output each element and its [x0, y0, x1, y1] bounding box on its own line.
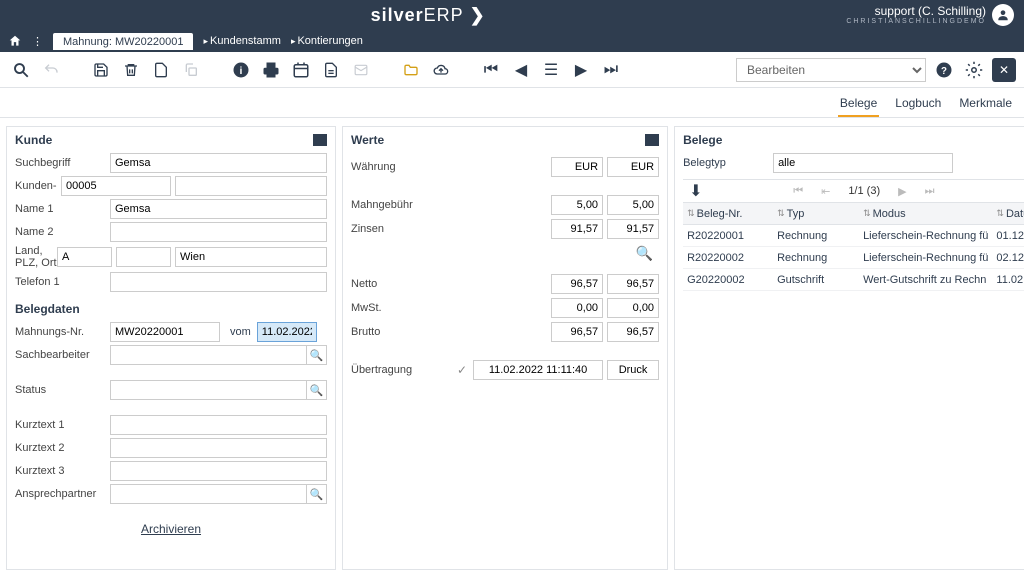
brutto2-input[interactable]	[607, 322, 659, 342]
col-datum[interactable]: ⇅Datum	[992, 208, 1024, 220]
breadcrumb-item[interactable]: Kontierungen	[291, 35, 363, 47]
new-icon[interactable]	[148, 57, 174, 83]
panel-layout-icon[interactable]	[645, 134, 659, 146]
ort-input[interactable]	[175, 247, 327, 267]
waehrung2-input[interactable]	[607, 157, 659, 177]
home-icon[interactable]	[8, 34, 22, 48]
kundennr2-input[interactable]	[175, 176, 327, 196]
tab-belege[interactable]: Belege	[838, 92, 879, 117]
table-row[interactable]: R20220001RechnungLieferschein-Rechnung f…	[683, 225, 1024, 247]
zinsen2-input[interactable]	[607, 219, 659, 239]
brutto1-input[interactable]	[551, 322, 603, 342]
uebertragung-datum-input[interactable]	[473, 360, 603, 380]
undo-icon[interactable]	[38, 57, 64, 83]
settings-icon[interactable]	[962, 58, 986, 82]
sachbearbeiter-input[interactable]	[110, 345, 307, 365]
archivieren-link[interactable]: Archivieren	[141, 522, 201, 536]
tab-logbuch[interactable]: Logbuch	[893, 92, 943, 117]
grid-prev-icon[interactable]: ⇤	[821, 185, 830, 198]
grid-last-icon[interactable]: ⏭	[925, 185, 935, 198]
netto1-input[interactable]	[551, 274, 603, 294]
breadcrumb-tab[interactable]: Mahnung: MW20220001	[53, 33, 193, 50]
mwst1-input[interactable]	[551, 298, 603, 318]
ansprechpartner-input[interactable]	[110, 484, 307, 504]
grid-first-icon[interactable]: ⏮	[793, 185, 803, 198]
folder-icon[interactable]	[398, 57, 424, 83]
col-typ[interactable]: ⇅Typ	[773, 208, 859, 220]
panel-title-werte: Werte	[351, 133, 645, 147]
kurztext3-input[interactable]	[110, 461, 327, 481]
panel-title-kunde: Kunde	[15, 133, 313, 147]
belegtyp-input[interactable]	[773, 153, 953, 173]
uebertragung-modus-input[interactable]	[607, 360, 659, 380]
nav-next-icon[interactable]: ▶	[568, 57, 594, 83]
mode-select[interactable]: Bearbeiten	[736, 58, 926, 82]
grid-next-icon[interactable]: ▶	[898, 185, 906, 198]
mwst2-input[interactable]	[607, 298, 659, 318]
table-row[interactable]: R20220002RechnungLieferschein-Rechnung f…	[683, 247, 1024, 269]
kurztext1-input[interactable]	[110, 415, 327, 435]
close-icon[interactable]: ✕	[992, 58, 1016, 82]
svg-text:?: ?	[941, 65, 947, 76]
suchbegriff-input[interactable]	[110, 153, 327, 173]
kundennr-input[interactable]	[61, 176, 171, 196]
grid-pager: 1/1 (3)	[848, 185, 880, 197]
tab-merkmale[interactable]: Merkmale	[957, 92, 1014, 117]
kurztext2-input[interactable]	[110, 438, 327, 458]
section-belegdaten: Belegdaten	[15, 302, 327, 316]
download-icon[interactable]: ⬇	[683, 181, 708, 201]
info-icon[interactable]: i	[228, 57, 254, 83]
search-icon[interactable]: 🔍	[307, 380, 327, 400]
telefon-input[interactable]	[110, 272, 327, 292]
grid-settings-icon[interactable]: ✿	[1019, 185, 1024, 198]
delete-icon[interactable]	[118, 57, 144, 83]
mail-icon[interactable]	[348, 57, 374, 83]
breadcrumb-item[interactable]: Kundenstamm	[203, 35, 280, 47]
panel-title-belege: Belege	[683, 133, 1024, 147]
help-icon[interactable]: ?	[932, 58, 956, 82]
plz-input[interactable]	[116, 247, 171, 267]
zoom-icon[interactable]: 🔍	[351, 243, 659, 264]
status-input[interactable]	[110, 380, 307, 400]
mahngebuehr2-input[interactable]	[607, 195, 659, 215]
vom-input[interactable]	[257, 322, 317, 342]
nav-prev-icon[interactable]: ◀	[508, 57, 534, 83]
menu-icon[interactable]: ⋮	[32, 35, 43, 48]
cloud-upload-icon[interactable]	[428, 57, 454, 83]
netto2-input[interactable]	[607, 274, 659, 294]
search-icon[interactable]: 🔍	[307, 484, 327, 504]
app-logo: silverERP ❯	[10, 5, 846, 26]
calendar-icon[interactable]	[288, 57, 314, 83]
land-input[interactable]	[57, 247, 112, 267]
user-menu[interactable]: support (C. Schilling) CHRISTIANSCHILLIN…	[846, 4, 1014, 26]
mahnungsnr-input[interactable]	[110, 322, 220, 342]
save-icon[interactable]	[88, 57, 114, 83]
svg-text:i: i	[240, 64, 243, 76]
print-icon[interactable]	[258, 57, 284, 83]
table-row[interactable]: G20220002GutschriftWert-Gutschrift zu Re…	[683, 269, 1024, 291]
nav-last-icon[interactable]: ⏭	[598, 57, 624, 83]
col-modus[interactable]: ⇅Modus	[859, 208, 992, 220]
name1-input[interactable]	[110, 199, 327, 219]
uebertragung-check[interactable]: ✓	[457, 363, 467, 377]
document-icon[interactable]	[318, 57, 344, 83]
search-icon[interactable]: 🔍	[307, 345, 327, 365]
name2-input[interactable]	[110, 222, 327, 242]
search-icon[interactable]	[8, 57, 34, 83]
nav-first-icon[interactable]: ⏮	[478, 57, 504, 83]
waehrung1-input[interactable]	[551, 157, 603, 177]
zinsen1-input[interactable]	[551, 219, 603, 239]
nav-list-icon[interactable]: ☰	[538, 57, 564, 83]
panel-layout-icon[interactable]	[313, 134, 327, 146]
avatar-icon	[992, 4, 1014, 26]
col-belegnr[interactable]: ⇅Beleg-Nr.	[683, 208, 773, 220]
copy-icon[interactable]	[178, 57, 204, 83]
mahngebuehr1-input[interactable]	[551, 195, 603, 215]
